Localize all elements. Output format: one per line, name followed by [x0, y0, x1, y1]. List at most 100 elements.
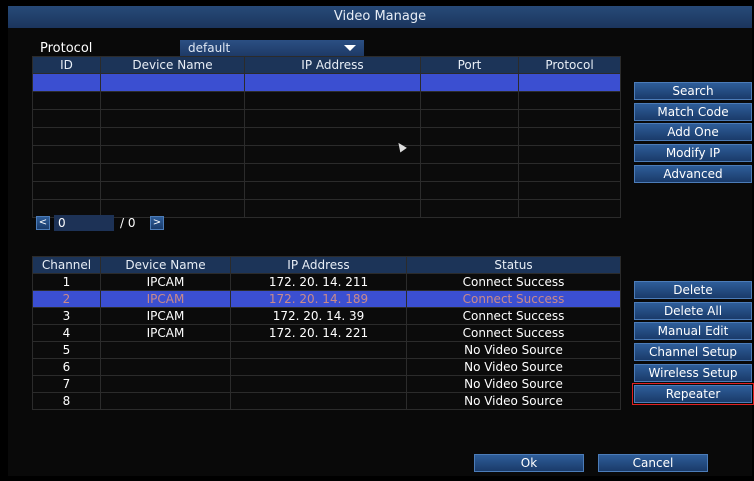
- advanced-button[interactable]: Advanced: [634, 165, 752, 183]
- table-cell: [32, 109, 101, 128]
- table-cell: [420, 127, 519, 146]
- window-title: Video Manage: [8, 6, 752, 28]
- table-cell: [32, 73, 101, 92]
- table-cell: [100, 341, 231, 359]
- column-header-channel: Channel: [32, 256, 101, 274]
- table-cell: 1: [32, 273, 101, 291]
- manual-edit-button[interactable]: Manual Edit: [634, 322, 752, 340]
- table-cell: IPCAM: [100, 324, 231, 342]
- table-cell: [420, 73, 519, 92]
- delete-all-button[interactable]: Delete All: [634, 302, 752, 320]
- table-cell: Connect Success: [406, 290, 621, 308]
- table-cell: IPCAM: [100, 290, 231, 308]
- table-cell: [518, 73, 621, 92]
- table-cell: [518, 109, 621, 128]
- column-header-device-name: Device Name: [100, 56, 245, 74]
- column-header-id: ID: [32, 56, 101, 74]
- chevron-down-icon: [344, 45, 356, 51]
- table-cell: [420, 91, 519, 110]
- table-cell: 3: [32, 307, 101, 325]
- column-header-port: Port: [420, 56, 519, 74]
- search-button[interactable]: Search: [634, 82, 752, 100]
- table-cell: IPCAM: [100, 273, 231, 291]
- table-cell: [518, 91, 621, 110]
- modify-ip-button[interactable]: Modify IP: [634, 144, 752, 162]
- channel-row[interactable]: 1 IPCAM 172. 20. 14. 211 Connect Success: [32, 273, 621, 291]
- channel-row[interactable]: 7 No Video Source: [32, 375, 621, 393]
- table-cell: [100, 392, 231, 410]
- table-row[interactable]: [32, 73, 621, 92]
- table-cell: [244, 109, 421, 128]
- table-cell: [244, 199, 421, 218]
- table-cell: 8: [32, 392, 101, 410]
- table-cell: No Video Source: [406, 392, 621, 410]
- table-row[interactable]: [32, 145, 621, 164]
- channel-table: Channel Device Name IP Address Status 1 IPCA…: [32, 256, 621, 410]
- table-cell: [32, 127, 101, 146]
- table-cell: [32, 91, 101, 110]
- table-cell: IPCAM: [100, 307, 231, 325]
- table-cell: [420, 181, 519, 200]
- table-cell: [100, 109, 245, 128]
- channel-row[interactable]: 3 IPCAM 172. 20. 14. 39 Connect Success: [32, 307, 621, 325]
- channel-row[interactable]: 4 IPCAM 172. 20. 14. 221 Connect Success: [32, 324, 621, 342]
- add-one-button[interactable]: Add One: [634, 123, 752, 141]
- table-cell: [244, 127, 421, 146]
- table-cell: [244, 163, 421, 182]
- table-cell: [420, 163, 519, 182]
- repeater-button[interactable]: Repeater: [632, 383, 754, 405]
- channel-setup-button[interactable]: Channel Setup: [634, 343, 752, 361]
- table-cell: 7: [32, 375, 101, 393]
- delete-button[interactable]: Delete: [634, 281, 752, 299]
- protocol-value: default: [188, 41, 231, 55]
- table-cell: 172. 20. 14. 39: [230, 307, 407, 325]
- table-cell: 172. 20. 14. 211: [230, 273, 407, 291]
- table-row[interactable]: [32, 163, 621, 182]
- table-cell: No Video Source: [406, 375, 621, 393]
- table-cell: [230, 392, 407, 410]
- table-cell: 2: [32, 290, 101, 308]
- cancel-button[interactable]: Cancel: [598, 454, 708, 472]
- table-cell: [518, 163, 621, 182]
- channel-row[interactable]: 5 No Video Source: [32, 341, 621, 359]
- ok-button[interactable]: Ok: [474, 454, 584, 472]
- page-current[interactable]: 0: [54, 215, 114, 231]
- table-cell: [230, 341, 407, 359]
- table-cell: 4: [32, 324, 101, 342]
- channel-row[interactable]: 6 No Video Source: [32, 358, 621, 376]
- table-cell: [100, 73, 245, 92]
- table-cell: [100, 181, 245, 200]
- table-cell: 6: [32, 358, 101, 376]
- protocol-label: Protocol: [40, 41, 93, 56]
- column-header-device-name: Device Name: [100, 256, 231, 274]
- match-code-button[interactable]: Match Code: [634, 103, 752, 121]
- search-results-table: ID Device Name IP Address Port Protocol: [32, 56, 621, 218]
- next-page-button[interactable]: >: [150, 216, 164, 230]
- table-cell: 5: [32, 341, 101, 359]
- table-row[interactable]: [32, 127, 621, 146]
- page-separator: /: [120, 216, 125, 230]
- page-total: 0: [127, 216, 136, 230]
- wireless-setup-button[interactable]: Wireless Setup: [634, 364, 752, 382]
- table-cell: [32, 163, 101, 182]
- table-cell: [230, 375, 407, 393]
- channel-row[interactable]: 8 No Video Source: [32, 392, 621, 410]
- table-cell: [100, 163, 245, 182]
- table-row[interactable]: [32, 109, 621, 128]
- table-cell: [244, 73, 421, 92]
- table-cell: [518, 145, 621, 164]
- prev-page-button[interactable]: <: [36, 216, 50, 230]
- table-cell: [244, 145, 421, 164]
- channel-row[interactable]: 2 IPCAM 172. 20. 14. 189 Connect Success: [32, 290, 621, 308]
- table-cell: No Video Source: [406, 358, 621, 376]
- table-row[interactable]: [32, 181, 621, 200]
- protocol-select[interactable]: default: [180, 40, 364, 56]
- table-row[interactable]: [32, 91, 621, 110]
- table-cell: [518, 127, 621, 146]
- table-cell: Connect Success: [406, 273, 621, 291]
- table-cell: [100, 358, 231, 376]
- table-cell: [420, 109, 519, 128]
- table-cell: [100, 91, 245, 110]
- table-cell: [100, 127, 245, 146]
- column-header-status: Status: [406, 256, 621, 274]
